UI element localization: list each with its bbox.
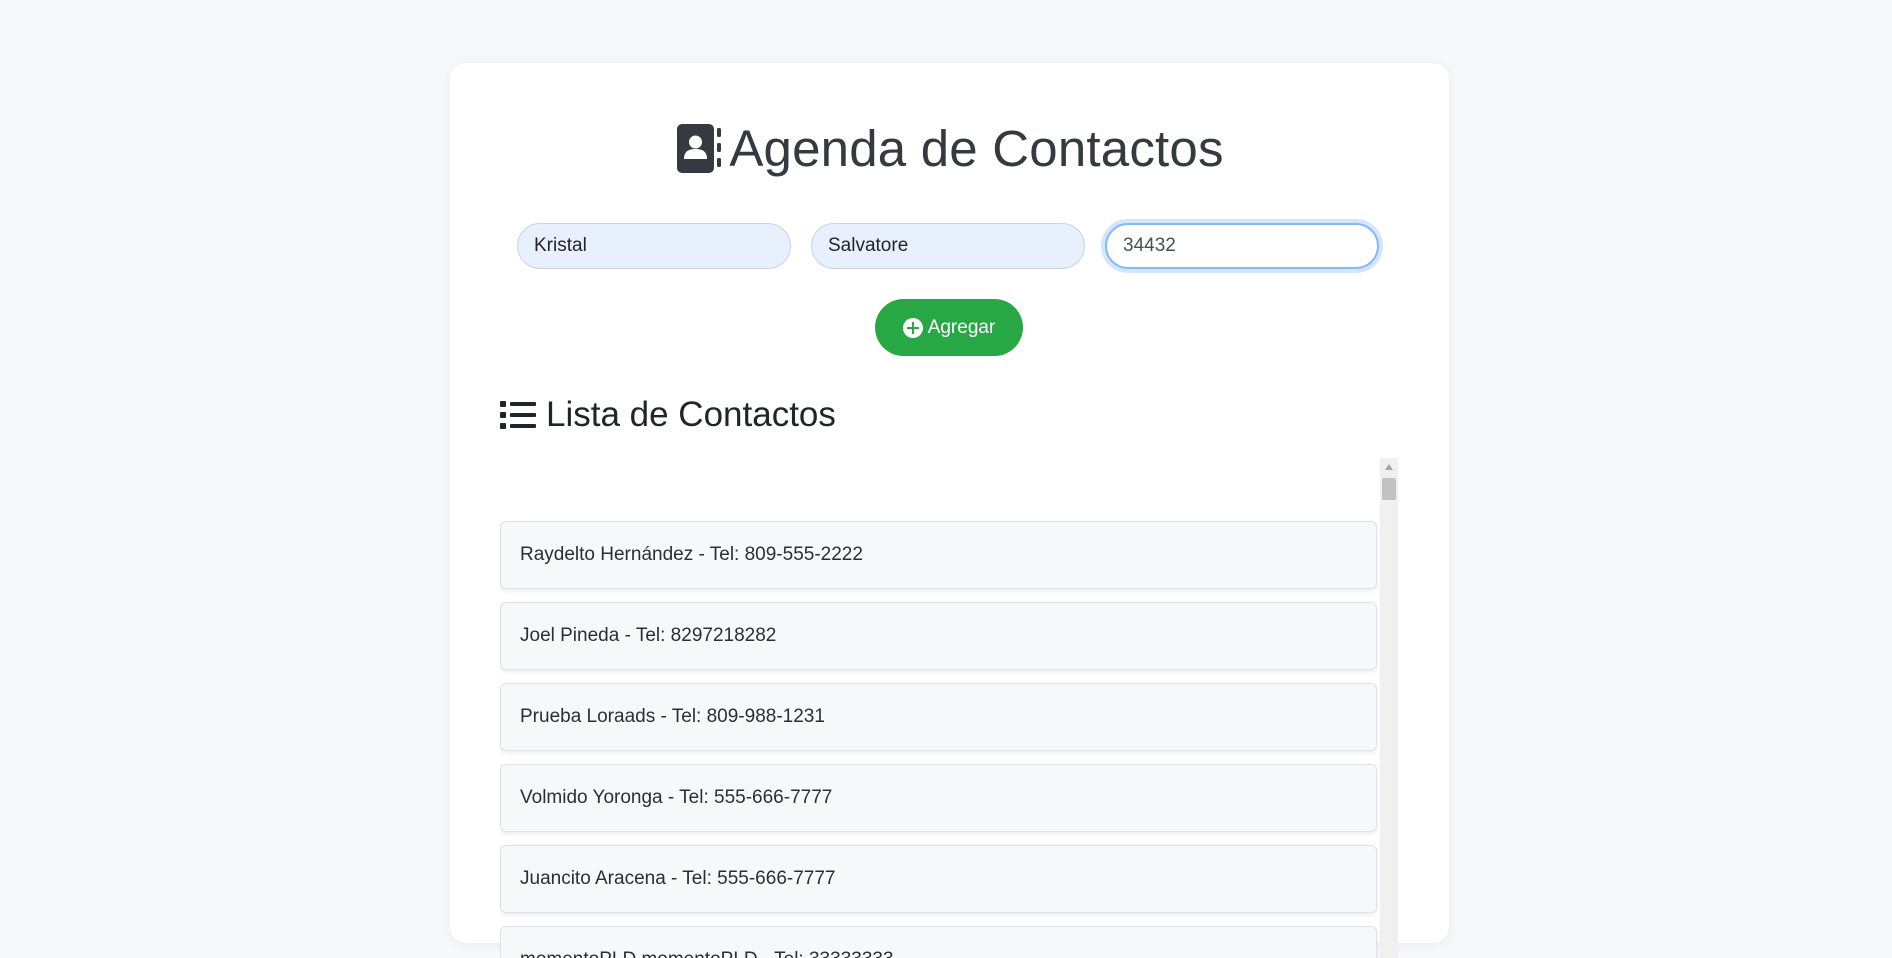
contact-list-title: Lista de Contactos [546,395,836,434]
add-button-label: Agregar [927,316,996,338]
phone-input[interactable] [1105,223,1379,269]
contact-form [517,223,1381,271]
contact-item[interactable]: Prueba Loraads - Tel: 809-988-1231 [500,683,1377,751]
scroll-thumb[interactable] [1382,478,1396,500]
last-name-input[interactable] [811,223,1085,269]
contact-item[interactable]: momentoPLD momentoPLD - Tel: 33333333 [500,926,1377,958]
contact-list[interactable]: Raydelto Hernández - Tel: 809-555-2222 J… [500,458,1400,958]
list-scrollbar[interactable] [1380,458,1398,958]
circle-plus-icon [902,317,923,338]
contact-item[interactable]: Volmido Yoronga - Tel: 555-666-7777 [500,764,1377,832]
contacts-card: Agenda de Contactos Agregar Lista de Con… [450,63,1449,958]
contact-item[interactable]: Juancito Aracena - Tel: 555-666-7777 [500,845,1377,913]
page-header: Agenda de Contactos [450,113,1449,183]
scroll-up-arrow-icon[interactable] [1385,464,1393,470]
address-book-icon [677,124,722,173]
contact-list-header: Lista de Contactos [500,393,836,437]
page-title: Agenda de Contactos [729,119,1224,177]
first-name-input[interactable] [517,223,791,269]
contact-item[interactable]: Raydelto Hernández - Tel: 809-555-2222 [500,521,1377,589]
contact-item[interactable]: Joel Pineda - Tel: 8297218282 [500,602,1377,670]
add-contact-button[interactable]: Agregar [875,299,1023,356]
list-icon [500,401,536,429]
